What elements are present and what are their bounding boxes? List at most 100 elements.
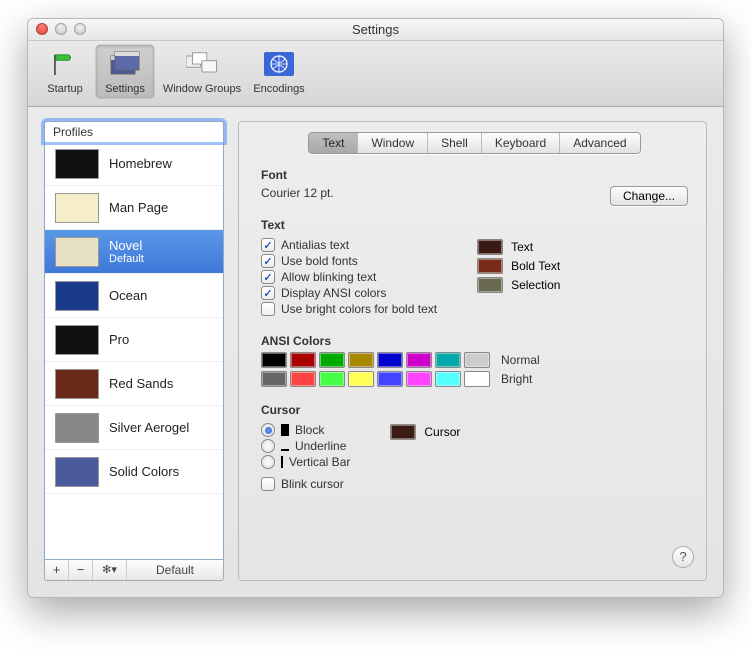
sidebar: Profiles Homebrew Man Page NovelDefaultOce… <box>44 121 224 581</box>
profile-name: Silver Aerogel <box>109 420 189 435</box>
vbar-cursor-icon <box>281 456 283 468</box>
blink-cursor-checkbox[interactable] <box>261 477 275 491</box>
cursor-color-label: Cursor <box>424 425 460 439</box>
profile-row[interactable]: Red Sands <box>45 362 223 406</box>
profile-row[interactable]: Homebrew <box>45 142 223 186</box>
profiles-list[interactable]: Homebrew Man Page NovelDefaultOcean Pro Red … <box>44 142 224 559</box>
profile-subtitle: Default <box>109 253 144 265</box>
ansi-swatch[interactable] <box>435 352 461 368</box>
toolbar-settings[interactable]: Settings <box>96 45 154 98</box>
ansi-swatch[interactable] <box>377 371 403 387</box>
text-color-label: Text <box>511 240 533 254</box>
selection-color-label: Selection <box>511 278 560 292</box>
underline-cursor-icon <box>281 441 289 451</box>
bold-color-label: Bold Text <box>511 259 560 273</box>
cursor-vbar-label: Vertical Bar <box>289 455 350 469</box>
ansi-swatch[interactable] <box>290 352 316 368</box>
toolbar-window-groups[interactable]: Window Groups <box>156 45 248 98</box>
ansi-swatch[interactable] <box>377 352 403 368</box>
bright-bold-label: Use bright colors for bold text <box>281 302 437 316</box>
profile-row[interactable]: NovelDefault <box>45 230 223 274</box>
window-groups-icon <box>186 48 218 80</box>
selection-color-swatch[interactable] <box>477 277 503 293</box>
text-heading: Text <box>261 218 688 232</box>
blink-cursor-label: Blink cursor <box>281 477 344 491</box>
profile-row[interactable]: Silver Aerogel <box>45 406 223 450</box>
ansi-swatch[interactable] <box>348 352 374 368</box>
settings-icon <box>109 48 141 80</box>
toolbar-startup[interactable]: Startup <box>36 45 94 98</box>
settings-panel: Text Window Shell Keyboard Advanced Font… <box>238 121 707 581</box>
bold-color-swatch[interactable] <box>477 258 503 274</box>
profile-thumbnail <box>55 193 99 223</box>
ansi-swatch[interactable] <box>406 371 432 387</box>
blinking-label: Allow blinking text <box>281 270 376 284</box>
toolbar: Startup Settings Window Groups Encodings <box>28 41 723 107</box>
font-value: Courier 12 pt. <box>261 186 334 200</box>
ansi-colors-label: Display ANSI colors <box>281 286 386 300</box>
ansi-swatch[interactable] <box>319 371 345 387</box>
block-cursor-icon <box>281 424 289 436</box>
cursor-block-label: Block <box>295 423 324 437</box>
change-font-button[interactable]: Change... <box>610 186 688 206</box>
settings-window: Settings Startup Settings Window Groups … <box>27 18 724 598</box>
profile-row[interactable]: Ocean <box>45 274 223 318</box>
sidebar-footer: + − ✻▾ Default <box>44 559 224 581</box>
profile-name: Man Page <box>109 200 168 215</box>
ansi-swatch[interactable] <box>319 352 345 368</box>
titlebar: Settings <box>28 19 723 41</box>
bold-fonts-label: Use bold fonts <box>281 254 358 268</box>
tab-text[interactable]: Text <box>309 133 358 153</box>
profile-thumbnail <box>55 369 99 399</box>
profile-name: Pro <box>109 332 129 347</box>
tab-shell[interactable]: Shell <box>428 133 482 153</box>
remove-profile-button[interactable]: − <box>69 560 93 580</box>
profile-thumbnail <box>55 457 99 487</box>
profile-thumbnail <box>55 413 99 443</box>
ansi-heading: ANSI Colors <box>261 334 688 348</box>
ansi-swatch[interactable] <box>348 371 374 387</box>
tab-keyboard[interactable]: Keyboard <box>482 133 560 153</box>
tab-bar: Text Window Shell Keyboard Advanced <box>308 132 640 154</box>
content: Profiles Homebrew Man Page NovelDefaultOce… <box>28 107 723 597</box>
cursor-block-radio[interactable] <box>261 423 275 437</box>
cursor-heading: Cursor <box>261 403 688 417</box>
encodings-icon <box>263 48 295 80</box>
window-title: Settings <box>28 22 723 37</box>
ansi-swatch[interactable] <box>464 371 490 387</box>
font-heading: Font <box>261 168 688 182</box>
blinking-checkbox[interactable] <box>261 270 275 284</box>
profiles-header[interactable]: Profiles <box>44 121 224 142</box>
cursor-vbar-radio[interactable] <box>261 455 275 469</box>
cursor-color-swatch[interactable] <box>390 424 416 440</box>
bright-bold-checkbox[interactable] <box>261 302 275 316</box>
profile-row[interactable]: Pro <box>45 318 223 362</box>
text-color-swatch[interactable] <box>477 239 503 255</box>
ansi-swatch[interactable] <box>464 352 490 368</box>
ansi-normal-row: Normal <box>261 352 688 368</box>
profile-thumbnail <box>55 237 99 267</box>
ansi-swatch[interactable] <box>261 371 287 387</box>
set-default-button[interactable]: Default <box>127 560 223 580</box>
tab-advanced[interactable]: Advanced <box>560 133 639 153</box>
ansi-colors-checkbox[interactable] <box>261 286 275 300</box>
profile-thumbnail <box>55 325 99 355</box>
profile-thumbnail <box>55 149 99 179</box>
ansi-swatch[interactable] <box>290 371 316 387</box>
profile-row[interactable]: Man Page <box>45 186 223 230</box>
help-button[interactable]: ? <box>672 546 694 568</box>
ansi-swatch[interactable] <box>261 352 287 368</box>
tab-window[interactable]: Window <box>358 133 428 153</box>
add-profile-button[interactable]: + <box>45 560 69 580</box>
ansi-swatch[interactable] <box>406 352 432 368</box>
toolbar-encodings[interactable]: Encodings <box>250 45 308 98</box>
cursor-underline-label: Underline <box>295 439 346 453</box>
bold-fonts-checkbox[interactable] <box>261 254 275 268</box>
antialias-checkbox[interactable] <box>261 238 275 252</box>
profile-thumbnail <box>55 281 99 311</box>
profile-actions-menu[interactable]: ✻▾ <box>93 560 127 580</box>
ansi-swatch[interactable] <box>435 371 461 387</box>
profile-row[interactable]: Solid Colors <box>45 450 223 494</box>
ansi-row-label: Bright <box>501 372 532 386</box>
cursor-underline-radio[interactable] <box>261 439 275 453</box>
